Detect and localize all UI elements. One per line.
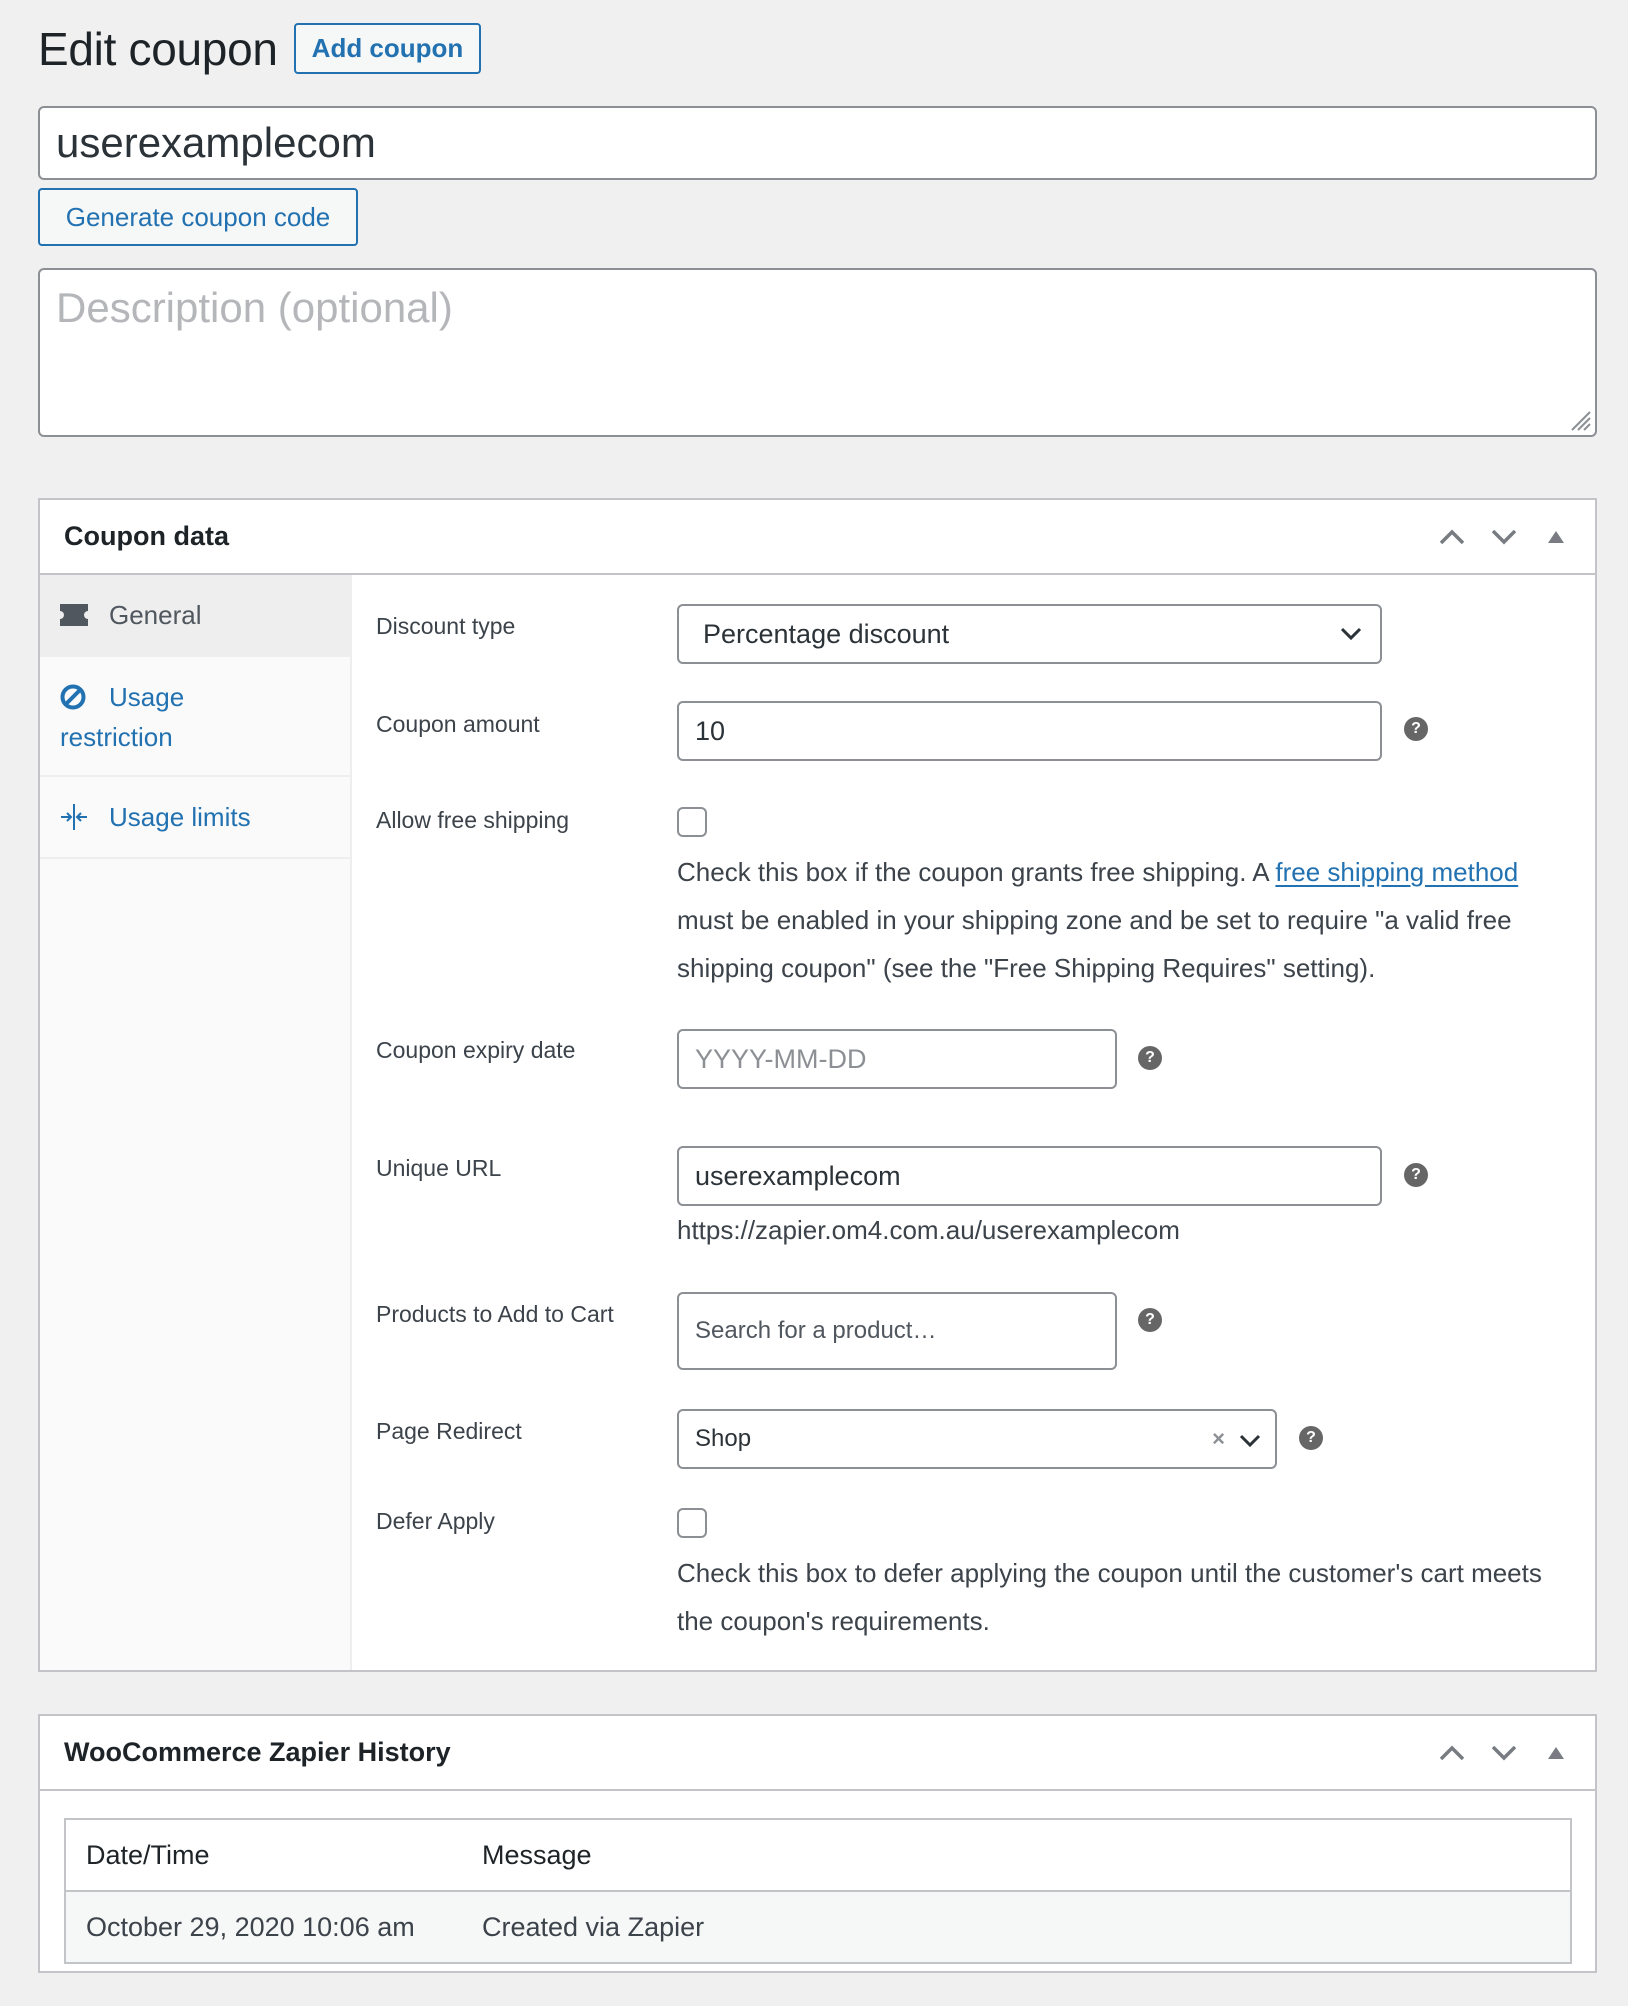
coupon-amount-label: Coupon amount <box>376 711 540 737</box>
move-up-icon[interactable] <box>1437 1738 1467 1768</box>
tab-usage-restriction[interactable]: Usage restriction <box>40 657 350 777</box>
column-header-message: Message <box>462 1819 1571 1892</box>
products-search-placeholder: Search for a product… <box>695 1317 937 1344</box>
unique-url-label: Unique URL <box>376 1155 502 1181</box>
chevron-down-icon <box>1239 1434 1261 1448</box>
page-redirect-label: Page Redirect <box>376 1418 522 1444</box>
expiry-date-label: Coupon expiry date <box>376 1037 576 1063</box>
toggle-panel-icon[interactable] <box>1541 522 1571 552</box>
free-shipping-label: Allow free shipping <box>376 807 570 833</box>
discount-type-select[interactable]: Percentage discount <box>677 604 1382 664</box>
expiry-date-placeholder: YYYY-MM-DD <box>695 1043 867 1074</box>
panel-title: Coupon data <box>64 521 229 551</box>
desc-text: must be enabled in your shipping zone an… <box>677 905 1512 983</box>
tab-label: General <box>109 600 202 630</box>
tab-usage-limits[interactable]: Usage limits <box>40 777 350 859</box>
tab-label: Usage <box>109 682 185 712</box>
help-icon[interactable]: ? <box>1404 717 1428 741</box>
discount-type-label: Discount type <box>376 613 516 639</box>
desc-text: Check this box if the coupon grants free… <box>677 857 1276 887</box>
column-header-datetime: Date/Time <box>65 1819 462 1892</box>
add-coupon-button[interactable]: Add coupon <box>294 23 481 74</box>
tab-general[interactable]: General <box>40 575 350 657</box>
description-textarea[interactable]: Description (optional) <box>38 268 1597 437</box>
unique-url-input[interactable]: userexamplecom <box>677 1146 1382 1206</box>
chevron-down-icon <box>1340 627 1362 641</box>
defer-apply-label: Defer Apply <box>376 1508 495 1534</box>
cell-datetime: October 29, 2020 10:06 am <box>65 1891 462 1963</box>
table-header-row: Date/Time Message <box>65 1819 1571 1892</box>
products-search-input[interactable]: Search for a product… <box>677 1292 1117 1370</box>
free-shipping-description: Check this box if the coupon grants free… <box>677 848 1577 992</box>
arrows-in-icon <box>60 797 90 837</box>
help-icon[interactable]: ? <box>1138 1046 1162 1070</box>
cell-message: Created via Zapier <box>462 1891 1571 1963</box>
toggle-panel-icon[interactable] <box>1541 1738 1571 1768</box>
defer-apply-description: Check this box to defer applying the cou… <box>677 1558 1542 1636</box>
discount-type-value: Percentage discount <box>703 618 950 649</box>
coupon-data-tabs: General Usage restriction Usage limits <box>40 575 352 1670</box>
help-icon[interactable]: ? <box>1138 1308 1162 1332</box>
ticket-icon <box>60 595 90 635</box>
description-placeholder: Description (optional) <box>56 284 453 331</box>
products-to-add-label: Products to Add to Cart <box>376 1301 614 1327</box>
free-shipping-checkbox[interactable] <box>677 807 707 837</box>
page-redirect-value: Shop <box>695 1425 752 1452</box>
coupon-code-input[interactable]: userexamplecom <box>38 106 1597 180</box>
help-icon[interactable]: ? <box>1404 1163 1428 1187</box>
coupon-amount-input[interactable]: 10 <box>677 701 1382 761</box>
move-down-icon[interactable] <box>1489 522 1519 552</box>
coupon-data-header: Coupon data <box>40 500 1595 575</box>
table-row: October 29, 2020 10:06 am Created via Za… <box>65 1891 1571 1963</box>
panel-title: WooCommerce Zapier History <box>64 1737 451 1767</box>
history-table: Date/Time Message October 29, 2020 10:06… <box>64 1818 1572 1964</box>
page-title: Edit coupon <box>38 23 278 75</box>
help-icon[interactable]: ? <box>1299 1426 1323 1450</box>
tab-label-line2: restriction <box>60 722 173 752</box>
zapier-history-panel: WooCommerce Zapier History Date/Time Mes… <box>38 1714 1597 1973</box>
unique-url-full: https://zapier.om4.com.au/userexamplecom <box>677 1215 1180 1245</box>
free-shipping-method-link[interactable]: free shipping method <box>1275 857 1518 887</box>
tab-label: Usage limits <box>109 802 251 832</box>
expiry-date-input[interactable]: YYYY-MM-DD <box>677 1029 1117 1089</box>
page-redirect-select[interactable]: Shop × <box>677 1409 1277 1469</box>
defer-apply-checkbox[interactable] <box>677 1508 707 1538</box>
move-down-icon[interactable] <box>1489 1738 1519 1768</box>
generate-coupon-code-button[interactable]: Generate coupon code <box>38 188 358 246</box>
resize-handle-icon[interactable] <box>1568 408 1592 432</box>
clear-selection-icon[interactable]: × <box>1212 1426 1225 1452</box>
move-up-icon[interactable] <box>1437 522 1467 552</box>
no-entry-icon <box>60 677 90 717</box>
coupon-data-panel: Coupon data General Usage restriction Us… <box>38 498 1597 1672</box>
zapier-history-header: WooCommerce Zapier History <box>40 1716 1595 1791</box>
